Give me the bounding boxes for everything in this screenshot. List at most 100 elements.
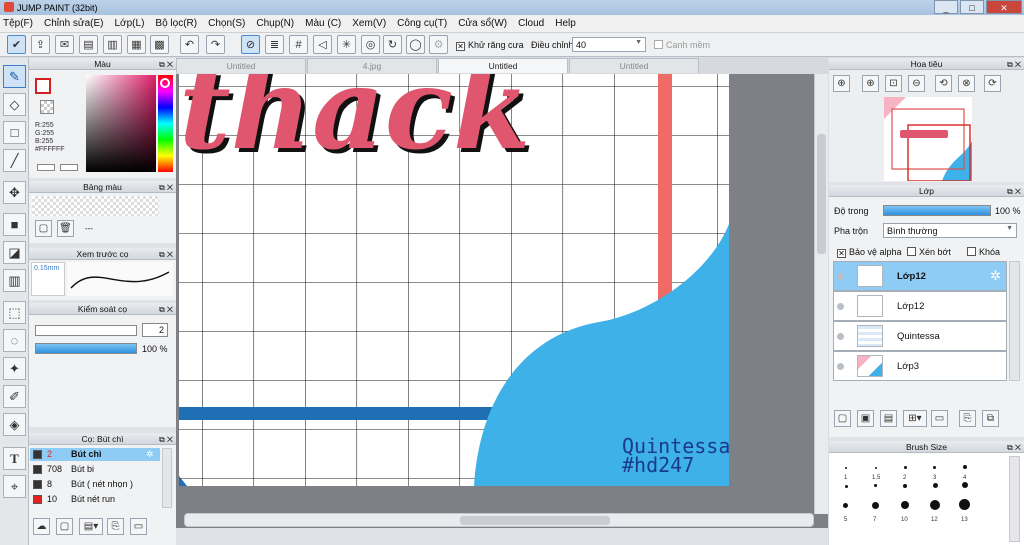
line-tool-icon[interactable]: ╱: [3, 149, 26, 172]
new-vector-layer-icon[interactable]: ▤: [880, 410, 897, 427]
deselect-icon[interactable]: ⊘: [241, 35, 260, 54]
saturation-value-picker[interactable]: [86, 75, 156, 172]
gear-icon[interactable]: ✲: [146, 448, 154, 461]
brush-size-dot[interactable]: [962, 482, 968, 488]
brush-folder-icon[interactable]: ▭: [130, 518, 147, 535]
select-rect-tool-icon[interactable]: ⬚: [3, 301, 26, 324]
gradient-tool-icon[interactable]: ▥: [3, 269, 26, 292]
duplicate-layer-icon[interactable]: ⎘: [959, 410, 976, 427]
perspective-icon[interactable]: ◁: [313, 35, 332, 54]
brush-size-dot[interactable]: [963, 465, 967, 469]
swatch-grid[interactable]: [32, 196, 159, 216]
tab-untitled-active[interactable]: Untitled: [438, 58, 568, 73]
zoom-fit-icon[interactable]: ⊕: [833, 75, 850, 92]
export-icon[interactable]: ⇪: [31, 35, 50, 54]
brush-size-dot[interactable]: [959, 499, 970, 510]
adjust-select[interactable]: 40 ▼: [572, 37, 646, 52]
color-mode-button[interactable]: [60, 164, 78, 171]
menu-select[interactable]: Chọn(S): [208, 18, 245, 29]
add-layer-menu-icon[interactable]: ⊞▾: [903, 410, 927, 427]
layer-row[interactable]: Lớp12 ✲: [833, 261, 1007, 291]
brush-size-dot[interactable]: [874, 484, 877, 487]
curve-icon[interactable]: ↻: [383, 35, 402, 54]
rotate-reset-icon[interactable]: ⊗: [958, 75, 975, 92]
visibility-icon[interactable]: [837, 303, 844, 310]
lasso-tool-icon[interactable]: ◌: [3, 329, 26, 352]
rotate-left-icon[interactable]: ⟲: [935, 75, 952, 92]
minimize-button[interactable]: _: [934, 0, 958, 14]
antialias-toggle[interactable]: ✕ Khử răng cưa: [456, 40, 524, 51]
magic-wand-tool-icon[interactable]: ✦: [3, 357, 26, 380]
tab-untitled-2[interactable]: Untitled: [569, 58, 699, 73]
menu-help[interactable]: Help: [555, 18, 576, 29]
vertical-scrollbar[interactable]: [814, 74, 828, 514]
brush-item[interactable]: 2 Bút chì ✲: [30, 448, 160, 461]
rotate-right-icon[interactable]: ⟳: [984, 75, 1001, 92]
hue-slider[interactable]: [158, 75, 173, 172]
brush-size-dot[interactable]: [845, 485, 848, 488]
menu-tools[interactable]: Công cụ(T): [397, 18, 447, 29]
brush-size-dot[interactable]: [930, 500, 940, 510]
cloud-check-icon[interactable]: ✔: [7, 35, 26, 54]
soft-ruler-toggle[interactable]: Canh mềm: [654, 40, 710, 50]
brush-size-dot[interactable]: [845, 467, 847, 469]
brush-size-dot[interactable]: [933, 483, 938, 488]
hatch-icon[interactable]: ≣: [265, 35, 284, 54]
canvas-document[interactable]: thack thack Quintessa #hd247: [179, 74, 729, 486]
visibility-icon[interactable]: [837, 273, 844, 280]
brush-size-dot[interactable]: [901, 501, 909, 509]
brush-cloud-icon[interactable]: ☁: [33, 518, 50, 535]
brush-size-dot[interactable]: [843, 503, 848, 508]
concentric-icon[interactable]: ◎: [361, 35, 380, 54]
grid-icon[interactable]: ▩: [150, 35, 169, 54]
menu-file[interactable]: Tệp(F): [3, 18, 33, 29]
page-icon[interactable]: ▥: [103, 35, 122, 54]
brush-item[interactable]: 10 Bút nét run: [30, 493, 160, 506]
ellipse-icon[interactable]: ◯: [406, 35, 425, 54]
menu-edit[interactable]: Chỉnh sửa(E): [44, 18, 104, 29]
comment-icon[interactable]: ✉: [55, 35, 74, 54]
clip-toggle[interactable]: Xén bớt: [907, 247, 951, 257]
brush-size-dot[interactable]: [904, 466, 907, 469]
brush-list-scrollbar[interactable]: [162, 448, 172, 508]
brush-size-scrollbar[interactable]: [1009, 456, 1020, 542]
fill-rect-tool-icon[interactable]: ■: [3, 213, 26, 236]
menu-capture[interactable]: Chụp(N): [256, 18, 294, 29]
brush-size-dot[interactable]: [872, 502, 879, 509]
navigator-thumbnail[interactable]: [884, 97, 972, 181]
brush-size-field[interactable]: 2: [142, 323, 168, 337]
close-button[interactable]: ✕: [986, 0, 1022, 14]
zoom-out-icon[interactable]: ⊖: [908, 75, 925, 92]
text-tool-icon[interactable]: T: [3, 447, 26, 470]
merge-layer-icon[interactable]: ⧉: [982, 410, 999, 427]
radial-icon[interactable]: ✳: [337, 35, 356, 54]
new-swatch-icon[interactable]: ▢: [35, 220, 52, 237]
layer-row[interactable]: Lớp12: [833, 291, 1007, 321]
hue-handle[interactable]: [160, 78, 170, 88]
horizontal-scroll-thumb[interactable]: [460, 516, 610, 525]
foreground-color-swatch[interactable]: [35, 78, 51, 94]
antialias-checkbox[interactable]: ✕: [456, 42, 465, 51]
new-brush-icon[interactable]: ▢: [56, 518, 73, 535]
settings-icon[interactable]: ⚙: [429, 35, 448, 54]
brush-item[interactable]: 8 Bút ( nét nhọn ): [30, 478, 160, 491]
pen-tool-icon[interactable]: ✎: [3, 65, 26, 88]
select-pen-tool-icon[interactable]: ✐: [3, 385, 26, 408]
layer-folder-icon[interactable]: ▭: [931, 410, 948, 427]
bucket-tool-icon[interactable]: ◪: [3, 241, 26, 264]
rect-select-tool-icon[interactable]: □: [3, 121, 26, 144]
visibility-icon[interactable]: [837, 363, 844, 370]
layer-row[interactable]: Quintessa: [833, 321, 1007, 351]
eyedropper-tool-icon[interactable]: ⌖: [3, 475, 26, 498]
menu-view[interactable]: Xem(V): [352, 18, 386, 29]
vertical-scroll-thumb[interactable]: [817, 134, 826, 254]
brush-size-dot[interactable]: [903, 484, 907, 488]
new-raster-layer-icon[interactable]: ▣: [857, 410, 874, 427]
brush-size-dot[interactable]: [933, 466, 936, 469]
lock-checkbox[interactable]: [967, 247, 976, 256]
menu-color[interactable]: Màu (C): [305, 18, 341, 29]
protect-alpha-checkbox[interactable]: ✕: [837, 249, 846, 258]
layer-opacity-slider[interactable]: [883, 205, 991, 216]
maximize-button[interactable]: □: [960, 0, 984, 14]
eraser-tool-icon[interactable]: ◇: [3, 93, 26, 116]
